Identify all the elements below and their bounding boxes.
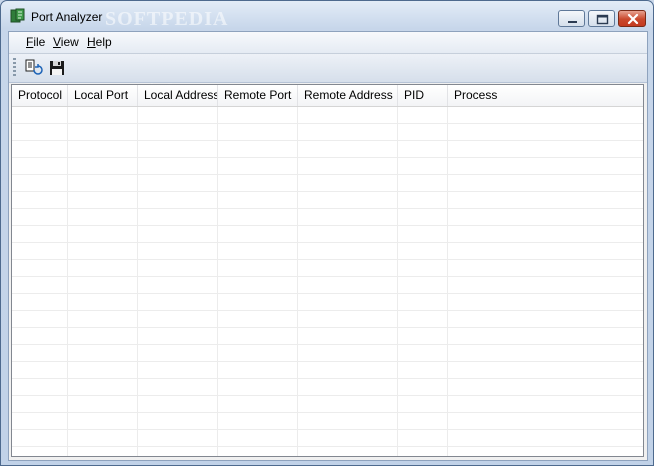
column-header-local-port[interactable]: Local Port — [68, 85, 138, 106]
save-icon — [50, 61, 64, 75]
column-header-remote-port[interactable]: Remote Port — [218, 85, 298, 106]
grid-line — [67, 107, 68, 456]
app-window: Port Analyzer SOFTPEDIA File View Help w… — [0, 0, 654, 466]
grid-line — [397, 107, 398, 456]
client-area: File View Help www.softpedia.com — [8, 31, 648, 461]
minimize-icon — [568, 21, 577, 23]
refresh-button[interactable] — [23, 58, 43, 78]
column-header-process[interactable]: Process — [448, 85, 643, 106]
save-button[interactable] — [47, 58, 67, 78]
grid-line — [447, 107, 448, 456]
grid-line — [217, 107, 218, 456]
toolbar — [9, 54, 647, 83]
column-header-protocol[interactable]: Protocol — [12, 85, 68, 106]
grid-line — [137, 107, 138, 456]
menu-help[interactable]: Help — [85, 35, 114, 49]
column-header-pid[interactable]: PID — [398, 85, 448, 106]
refresh-connections-icon — [25, 59, 43, 75]
close-icon — [627, 13, 639, 25]
table-header: Protocol Local Port Local Address Remote… — [12, 85, 643, 107]
title-bar[interactable]: Port Analyzer SOFTPEDIA — [1, 1, 653, 31]
connections-table[interactable]: Protocol Local Port Local Address Remote… — [11, 84, 644, 457]
app-icon — [10, 8, 26, 24]
watermark: SOFTPEDIA — [105, 8, 229, 30]
menu-file[interactable]: File — [24, 35, 47, 49]
close-button[interactable] — [618, 10, 646, 27]
menu-view[interactable]: View — [51, 35, 81, 49]
column-header-local-address[interactable]: Local Address — [138, 85, 218, 106]
maximize-button[interactable] — [588, 10, 615, 27]
grid-line — [297, 107, 298, 456]
window-title: Port Analyzer — [31, 10, 103, 24]
column-header-remote-address[interactable]: Remote Address — [298, 85, 398, 106]
table-body[interactable] — [12, 107, 643, 456]
minimize-button[interactable] — [558, 10, 585, 27]
menu-bar: File View Help — [9, 32, 647, 54]
toolbar-grip[interactable] — [13, 58, 16, 78]
